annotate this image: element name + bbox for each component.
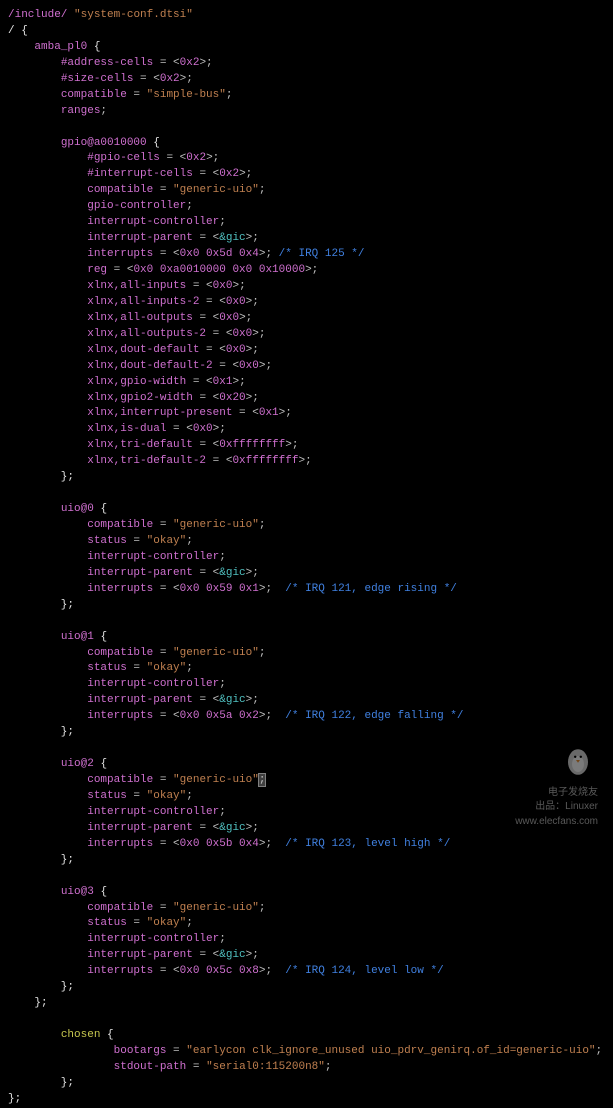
prop: compatible = "generic-uio"; <box>8 902 265 914</box>
prop: interrupt-controller; <box>8 806 226 818</box>
prop: interrupts = <0x0 0x5d 0x4>; /* IRQ 125 … <box>8 248 365 260</box>
prop: xlnx,gpio2-width = <0x20>; <box>8 392 259 404</box>
prop: #address-cells = <0x2>; <box>8 57 213 69</box>
prop: xlnx,all-inputs = <0x0>; <box>8 280 246 292</box>
prop: xlnx,tri-default-2 = <0xffffffff>; <box>8 455 312 467</box>
include-file: "system-conf.dtsi" <box>74 9 193 21</box>
close-brace: }; <box>8 854 74 866</box>
node-uio2: uio@2 { <box>8 758 107 770</box>
prop: interrupt-controller; <box>8 216 226 228</box>
prop: gpio-controller; <box>8 200 193 212</box>
prop: xlnx,all-inputs-2 = <0x0>; <box>8 296 259 308</box>
include-keyword: /include/ <box>8 9 67 21</box>
prop: compatible = "generic-uio"; <box>8 184 265 196</box>
close-brace: }; <box>8 726 74 738</box>
prop: interrupt-controller; <box>8 933 226 945</box>
node-uio1: uio@1 { <box>8 631 107 643</box>
prop: interrupts = <0x0 0x5c 0x8>; /* IRQ 124,… <box>8 965 444 977</box>
prop: status = "okay"; <box>8 535 193 547</box>
prop: xlnx,is-dual = <0x0>; <box>8 423 226 435</box>
close-brace: }; <box>8 471 74 483</box>
prop: interrupt-parent = <&gic>; <box>8 949 259 961</box>
node-chosen: chosen { <box>8 1029 114 1041</box>
root-open: / { <box>8 25 28 37</box>
prop: xlnx,tri-default = <0xffffffff>; <box>8 439 298 451</box>
close-brace: }; <box>8 997 48 1009</box>
watermark-line1: 电子发烧友 <box>548 787 598 798</box>
prop: interrupt-controller; <box>8 678 226 690</box>
watermark-site: www.elecfans.com <box>515 816 598 827</box>
prop: compatible = "generic-uio"; <box>8 519 265 531</box>
node-uio0: uio@0 { <box>8 503 107 515</box>
prop: xlnx,all-outputs-2 = <0x0>; <box>8 328 265 340</box>
prop: interrupt-parent = <&gic>; <box>8 232 259 244</box>
close-brace: }; <box>8 981 74 993</box>
prop: #interrupt-cells = <0x2>; <box>8 168 252 180</box>
close-brace: }; <box>8 1077 74 1089</box>
prop: xlnx,gpio-width = <0x1>; <box>8 376 246 388</box>
code-block: /include/ "system-conf.dtsi" / { amba_pl… <box>8 8 605 1108</box>
prop: #gpio-cells = <0x2>; <box>8 152 219 164</box>
prop: xlnx,interrupt-present = <0x1>; <box>8 407 292 419</box>
prop: interrupts = <0x0 0x5a 0x2>; /* IRQ 122,… <box>8 710 464 722</box>
root-close: }; <box>8 1093 21 1105</box>
prop: stdout-path = "serial0:115200n8"; <box>8 1061 332 1073</box>
prop: status = "okay"; <box>8 790 193 802</box>
prop: xlnx,all-outputs = <0x0>; <box>8 312 252 324</box>
penguin-icon <box>558 740 598 780</box>
prop: status = "okay"; <box>8 662 193 674</box>
node-amba: amba_pl0 <box>8 41 87 53</box>
node-gpio: gpio@a0010000 { <box>8 137 160 149</box>
prop: compatible = "simple-bus"; <box>8 89 232 101</box>
prop: bootargs = "earlycon clk_ignore_unused u… <box>8 1045 602 1057</box>
prop: status = "okay"; <box>8 917 193 929</box>
prop: compatible = "generic-uio"; <box>8 774 265 786</box>
prop: interrupt-parent = <&gic>; <box>8 822 259 834</box>
prop: interrupts = <0x0 0x59 0x1>; /* IRQ 121,… <box>8 583 457 595</box>
prop: xlnx,dout-default = <0x0>; <box>8 344 259 356</box>
close-brace: }; <box>8 599 74 611</box>
watermark-line2: 出品：Linuxer <box>535 801 598 812</box>
prop: reg = <0x0 0xa0010000 0x0 0x10000>; <box>8 264 318 276</box>
prop: interrupt-parent = <&gic>; <box>8 694 259 706</box>
prop: ranges; <box>8 105 107 117</box>
watermark: 电子发烧友 出品：Linuxer www.elecfans.com <box>515 740 598 829</box>
prop: interrupt-parent = <&gic>; <box>8 567 259 579</box>
prop: compatible = "generic-uio"; <box>8 647 265 659</box>
prop: #size-cells = <0x2>; <box>8 73 193 85</box>
node-uio3: uio@3 { <box>8 886 107 898</box>
prop: interrupt-controller; <box>8 551 226 563</box>
prop: xlnx,dout-default-2 = <0x0>; <box>8 360 272 372</box>
